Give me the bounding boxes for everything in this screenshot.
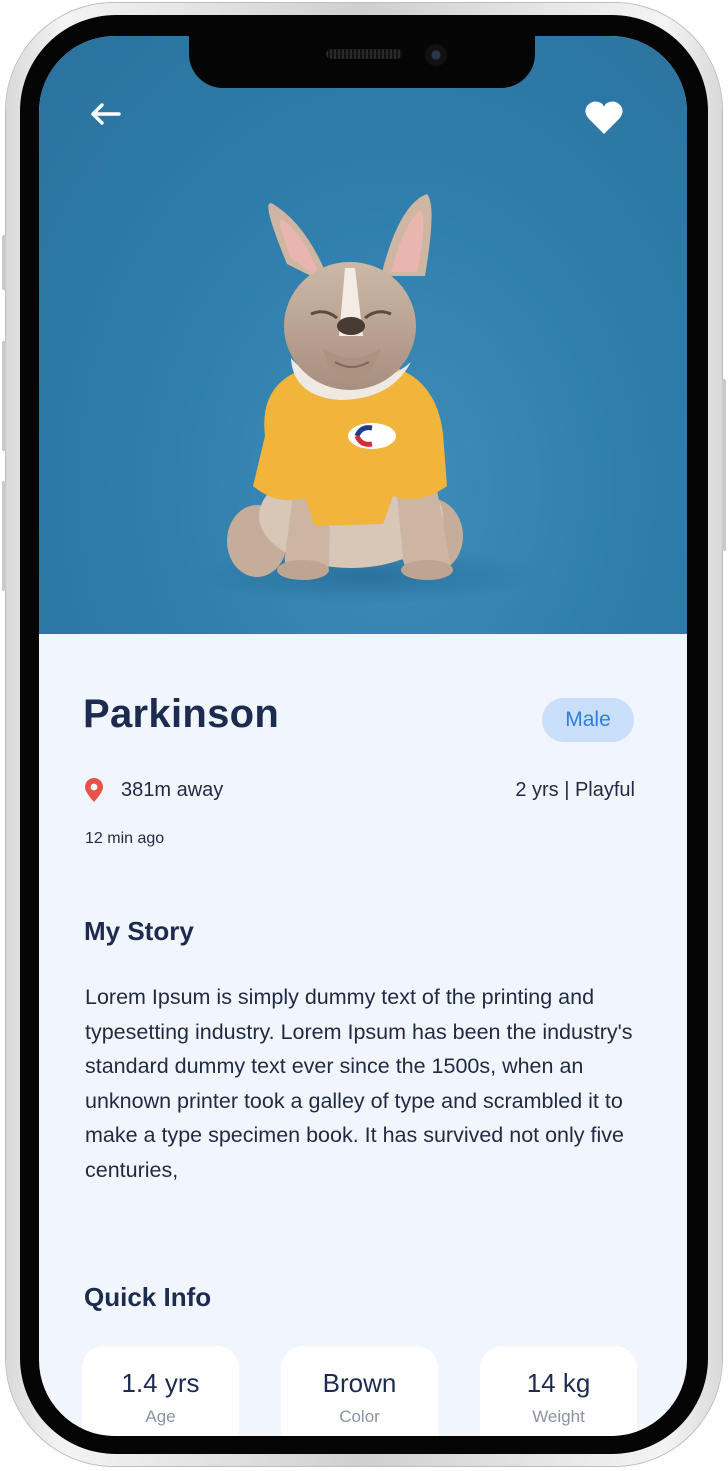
heart-icon — [585, 101, 623, 134]
story-text: Lorem Ipsum is simply dummy text of the … — [85, 985, 633, 1182]
pet-name: Parkinson — [83, 692, 280, 736]
age-card: 1.4 yrs Age — [82, 1346, 239, 1436]
age-value: 1.4 yrs — [121, 1368, 200, 1398]
age-temperament-text: 2 yrs | Playful — [515, 779, 635, 801]
weight-value: 14 kg — [526, 1368, 591, 1398]
speaker-grille — [326, 49, 402, 59]
favorite-button[interactable] — [581, 98, 627, 138]
mute-switch — [2, 235, 6, 290]
weight-card: 14 kg Weight — [480, 1346, 637, 1436]
volume-up-button — [2, 341, 6, 451]
color-value: Brown — [322, 1368, 397, 1398]
distance-text: 381m away — [121, 778, 224, 801]
posted-time: 12 min ago — [85, 830, 165, 847]
front-camera — [425, 44, 447, 66]
age-label: Age — [145, 1407, 176, 1426]
back-button[interactable] — [83, 96, 127, 132]
weight-label: Weight — [532, 1407, 585, 1426]
app-screen: Parkinson Male 381m away 2 yrs | Playful… — [39, 36, 687, 1436]
location-row: 381m away — [83, 776, 223, 804]
gender-badge: Male — [542, 698, 634, 742]
story-heading: My Story — [84, 916, 194, 946]
device-notch — [189, 36, 535, 88]
color-card: Brown Color — [281, 1346, 438, 1436]
arrow-left-icon — [91, 103, 121, 125]
power-button — [722, 379, 726, 551]
color-label: Color — [339, 1407, 380, 1426]
pet-details: Parkinson Male 381m away 2 yrs | Playful… — [39, 634, 687, 1436]
quick-info-heading: Quick Info — [84, 1282, 212, 1312]
location-pin-icon — [85, 778, 103, 802]
pet-photo — [39, 36, 687, 634]
volume-down-button — [2, 481, 6, 591]
